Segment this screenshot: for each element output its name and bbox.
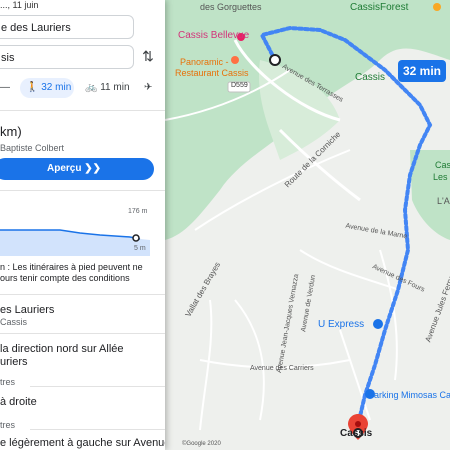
pin-icon <box>433 3 441 11</box>
mode-car-icon[interactable]: — <box>0 78 12 98</box>
step-2-distance: tres <box>0 420 16 430</box>
map-label: Cassis <box>340 428 373 439</box>
mode-plane-icon[interactable]: ✈ <box>144 78 156 98</box>
divider <box>0 110 165 111</box>
mode-walk[interactable]: 🚶 32 min <box>20 78 74 98</box>
route-via: Baptiste Colbert <box>0 143 65 153</box>
start-subtitle: Cassis <box>0 317 28 327</box>
pin-icon <box>231 56 239 64</box>
start-title: es Lauriers <box>0 304 55 316</box>
map-label: U Express <box>318 319 365 330</box>
map-label: Cassis <box>355 72 386 83</box>
start-field[interactable]: e des Lauriers <box>0 15 134 39</box>
elevation-top: 176 m <box>128 208 148 215</box>
map-label: Parking Mimosas Cassis <box>368 390 450 400</box>
route-start-point <box>269 54 281 66</box>
divider <box>30 429 165 430</box>
step-3[interactable]: e légèrement à gauche sur Avenue <box>0 437 165 449</box>
map-label: Cassis Bellevue <box>178 30 250 41</box>
bike-icon: 🚲 <box>85 82 98 93</box>
divider <box>0 333 165 334</box>
directions-panel: ..., 11 juin e des Lauriers sis ⇅ — 🚶 32… <box>0 0 165 450</box>
map-label: Les <box>433 172 448 182</box>
map-label: D559 <box>231 82 248 89</box>
mode-bike[interactable]: 🚲 11 min <box>85 78 135 98</box>
step-1-distance: tres <box>0 377 16 387</box>
date-text: ..., 11 juin <box>0 0 39 10</box>
divider <box>0 190 165 191</box>
map-label: L'Am <box>437 196 450 206</box>
map-label: Panoramic - <box>180 57 229 67</box>
travel-modes: — 🚶 32 min 🚲 11 min ✈ <box>0 78 165 100</box>
warning-text: n : Les itinéraires à pied peuvent ne ou… <box>0 262 143 283</box>
elevation-bottom: 5 m <box>134 245 146 252</box>
route-summary: km) <box>0 124 22 139</box>
map-label: Avenue des Carriers <box>250 365 314 372</box>
divider <box>30 386 165 387</box>
map-label: ©Google 2020 <box>182 441 221 447</box>
shop-icon <box>373 319 383 329</box>
preview-button[interactable]: Aperçu ❯❯ <box>0 158 154 180</box>
step-1[interactable]: la direction nord sur Allée uriers <box>0 343 124 369</box>
map-label: des Gorguettes <box>200 2 262 12</box>
map-label: CassisForest <box>350 2 409 13</box>
elevation-end-icon <box>132 234 140 242</box>
walk-icon: 🚶 <box>26 82 39 93</box>
map-label: Restaurant Cassis <box>175 68 249 78</box>
destination-field[interactable]: sis <box>0 45 134 69</box>
divider <box>0 294 165 295</box>
route-time-pill[interactable]: 32 min <box>398 60 446 82</box>
swap-icon[interactable]: ⇅ <box>140 48 156 64</box>
map-label: Cass <box>435 160 450 170</box>
step-2[interactable]: à droite <box>0 396 37 408</box>
